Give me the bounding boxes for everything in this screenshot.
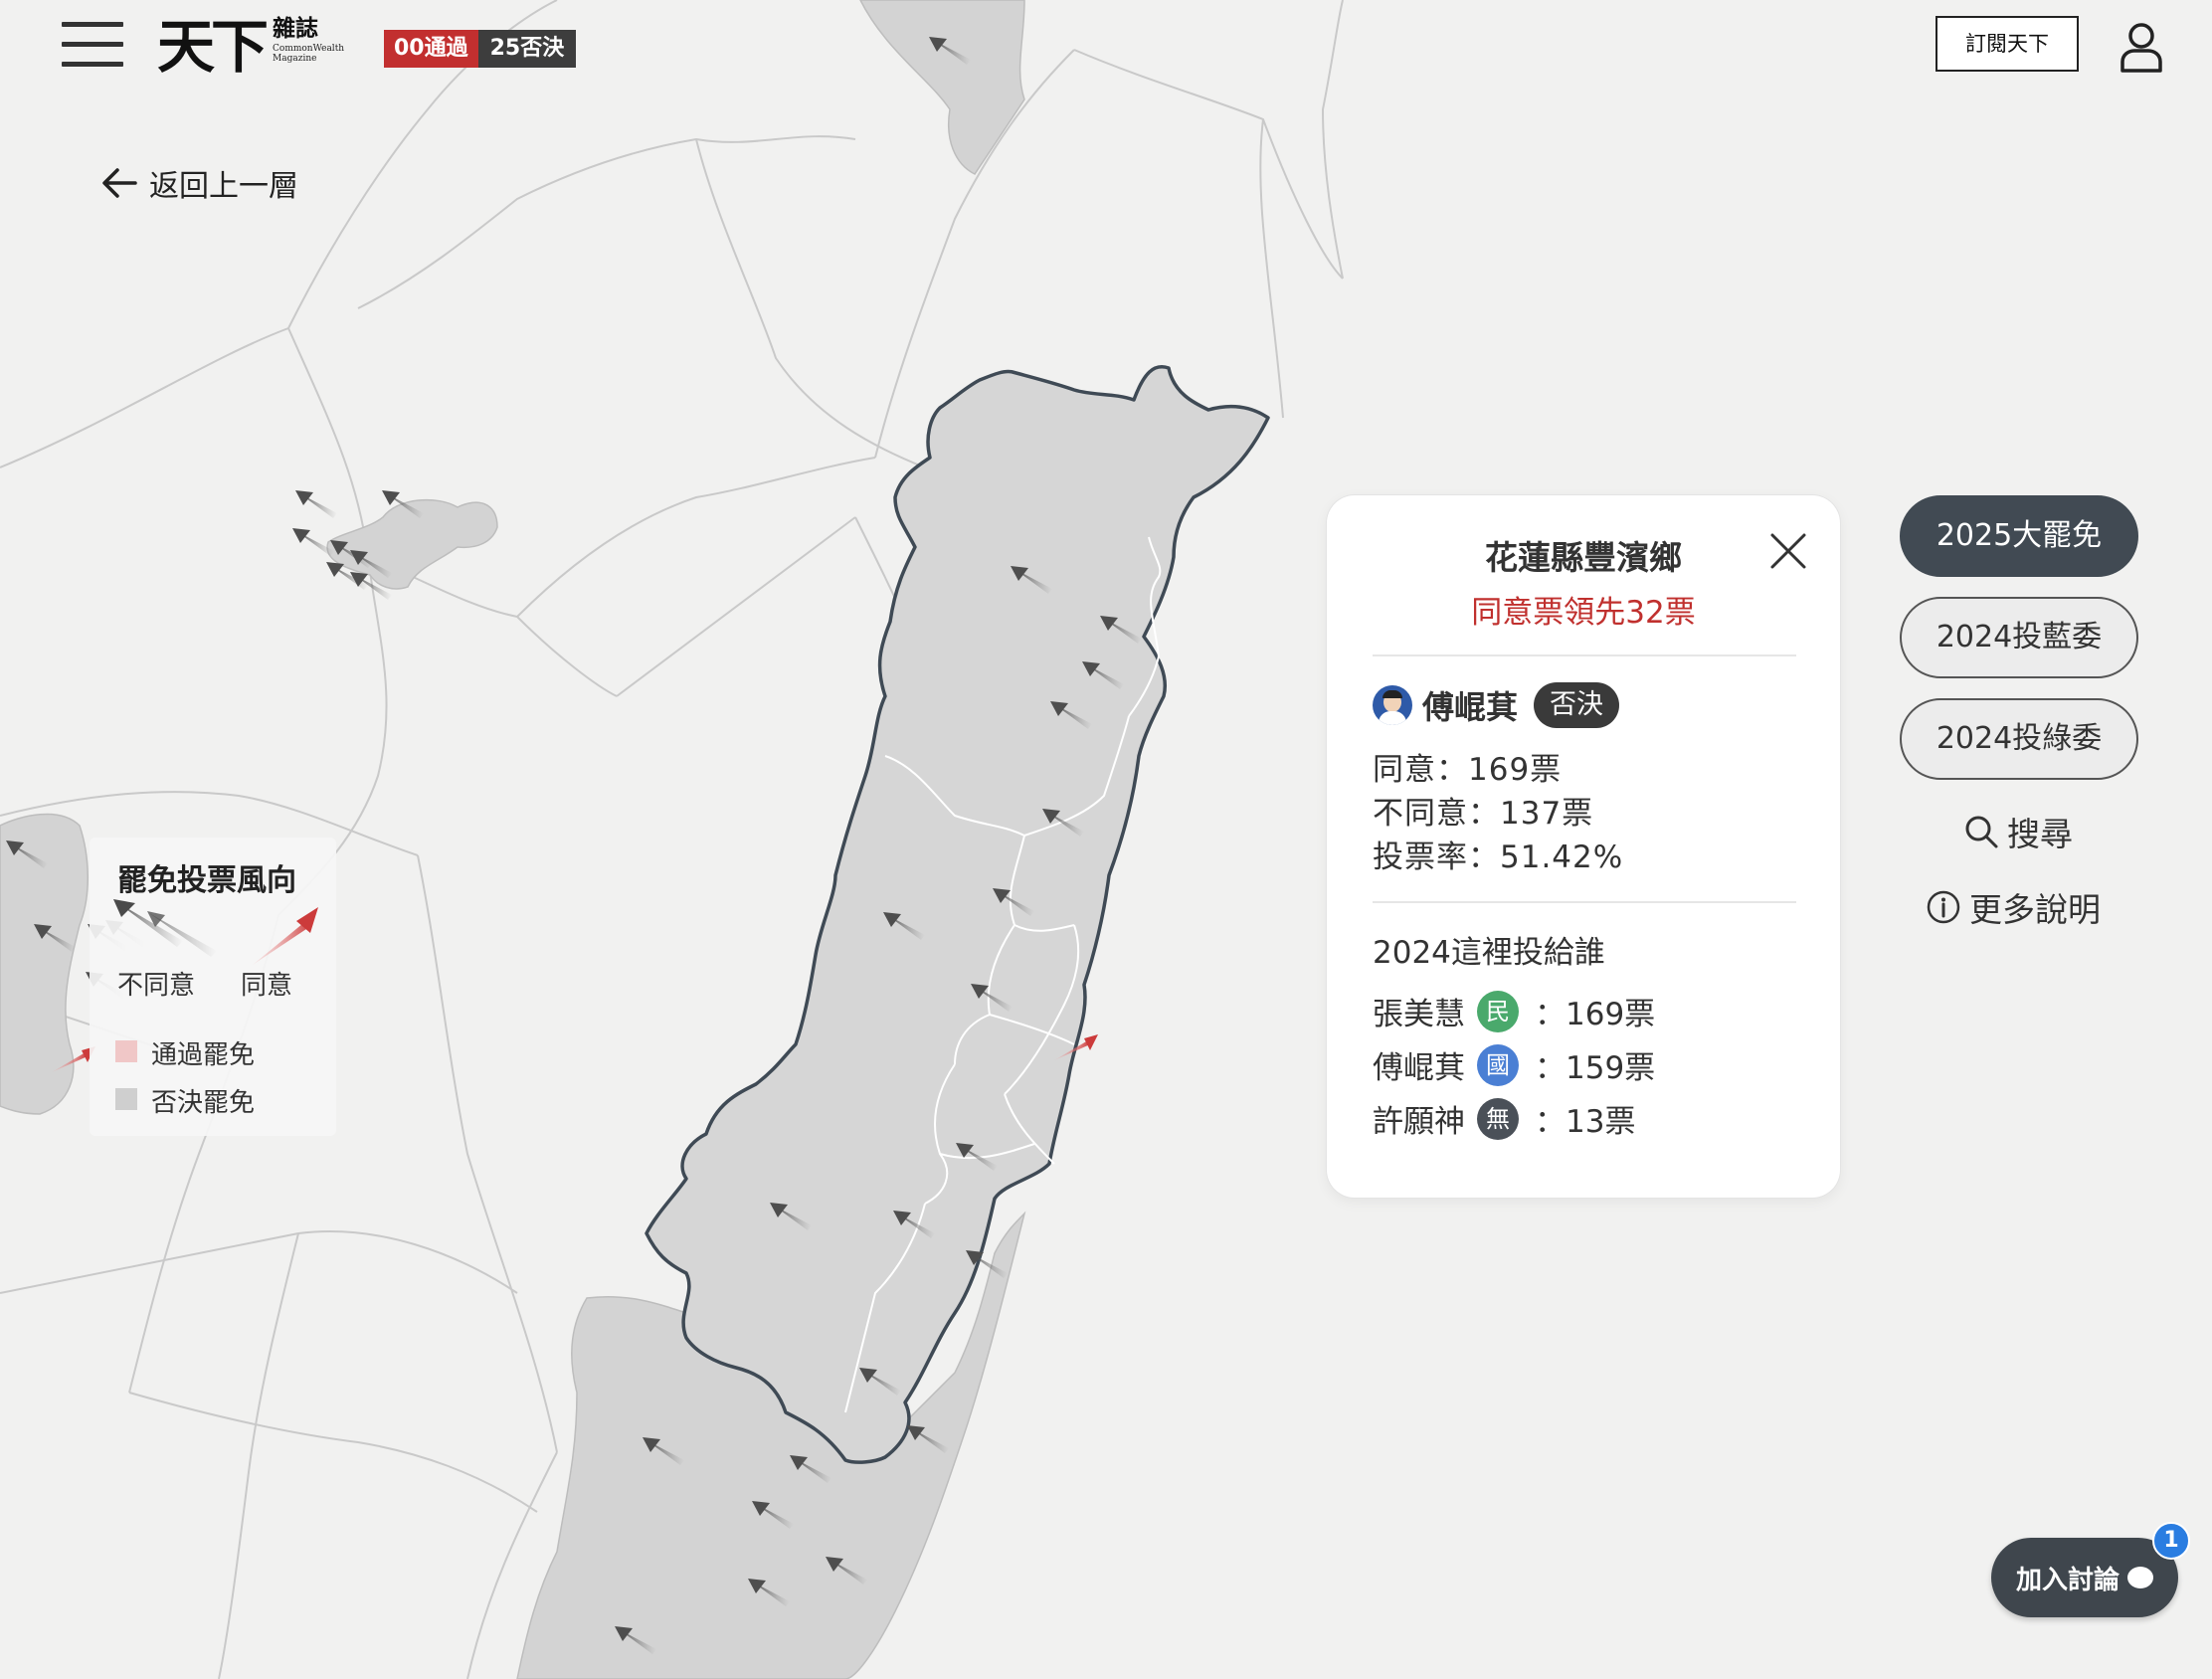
back-label: 返回上一層 [149, 169, 298, 204]
legend-title: 罷免投票風向 [117, 863, 296, 898]
vote-name: 傅崐萁 [1373, 1050, 1465, 1086]
menu-icon[interactable] [62, 22, 123, 68]
arrow-left-icon [102, 168, 137, 198]
turnout: 投票率：51.42% [1373, 840, 1624, 875]
disagree-votes: 不同意：137票 [1373, 796, 1594, 832]
join-discussion-button[interactable]: 加入討論 [1991, 1538, 2178, 1617]
legend: 罷免投票風向 不同意 同意 通過罷免 否決罷免 [90, 838, 336, 1136]
hualien-county[interactable] [645, 365, 1270, 1464]
subscribe-button[interactable]: 訂閱天下 [1936, 16, 2079, 72]
recall-scoreboard: 00通過 25否決 [384, 30, 577, 68]
lead-text: 同意票領先32票 [1471, 595, 1696, 631]
legend-disagree-label: 不同意 [117, 971, 196, 1001]
legend-pass-label: 通過罷免 [151, 1040, 256, 1070]
discuss-label: 加入討論 [2015, 1565, 2120, 1595]
vote-row: 許願神 無 ：13票 [1373, 1096, 1635, 1141]
township-title: 花蓮縣豐濱鄉 [1485, 538, 1682, 577]
user-icon[interactable] [2119, 22, 2164, 74]
mode-2024-green-button[interactable]: 2024投綠委 [1900, 698, 2138, 780]
search-link[interactable]: 搜尋 [1963, 808, 2073, 855]
agree-votes: 同意：169票 [1373, 752, 1563, 788]
divider [1373, 901, 1796, 903]
candidate-row: 傅崐萁 否決 [1373, 682, 1620, 728]
party-badge: 國 [1477, 1043, 1519, 1086]
vote-name: 張美慧 [1373, 997, 1465, 1032]
candidate-name: 傅崐萁 [1422, 688, 1519, 726]
mode-2024-blue-button[interactable]: 2024投藍委 [1900, 597, 2138, 678]
back-button[interactable]: 返回上一層 [97, 161, 298, 205]
reject-swatch [115, 1088, 137, 1110]
vote-name: 許願神 [1373, 1104, 1465, 1140]
logo-en-1: CommonWealth [273, 44, 345, 54]
vote-count: ：159票 [1535, 1050, 1656, 1086]
section-title: 2024這裡投給誰 [1373, 935, 1605, 971]
legend-reject-label: 否決罷免 [151, 1088, 256, 1118]
party-badge: 民 [1477, 990, 1519, 1032]
pass-count: 00通過 [384, 30, 478, 68]
search-label: 搜尋 [2007, 815, 2073, 853]
disagree-arrow [295, 490, 337, 518]
reject-count: 25否決 [477, 30, 577, 68]
party-badge: 無 [1477, 1097, 1519, 1140]
logo[interactable]: 天下 雜誌 CommonWealth Magazine [157, 14, 344, 80]
vote-count: ：13票 [1535, 1104, 1636, 1140]
chat-bubble-icon [2127, 1567, 2153, 1588]
vote-row: 張美慧 民 ：169票 [1373, 989, 1655, 1033]
legend-agree-label: 同意 [241, 971, 293, 1001]
search-icon [1965, 816, 1998, 848]
info-icon [1927, 890, 1960, 924]
logo-en-2: Magazine [273, 54, 317, 64]
avatar [1373, 685, 1412, 725]
mode-2025-recall-button[interactable]: 2025大罷免 [1900, 495, 2138, 577]
township-info-card: 花蓮縣豐濱鄉 同意票領先32票 傅崐萁 否決 同意：169票 不同意：137票 … [1327, 495, 1840, 1198]
result-badge: 否決 [1534, 682, 1620, 728]
pass-swatch [115, 1040, 137, 1062]
vote-row: 傅崐萁 國 ：159票 [1373, 1042, 1655, 1087]
logo-zh: 雜誌 [273, 15, 319, 42]
notification-badge: 1 [2152, 1522, 2190, 1560]
more-info-label: 更多說明 [1969, 890, 2101, 929]
vote-count: ：169票 [1535, 997, 1656, 1032]
logo-main: 天下 [157, 13, 269, 81]
more-info-link[interactable]: 更多說明 [1926, 883, 2101, 931]
divider [1373, 654, 1796, 656]
